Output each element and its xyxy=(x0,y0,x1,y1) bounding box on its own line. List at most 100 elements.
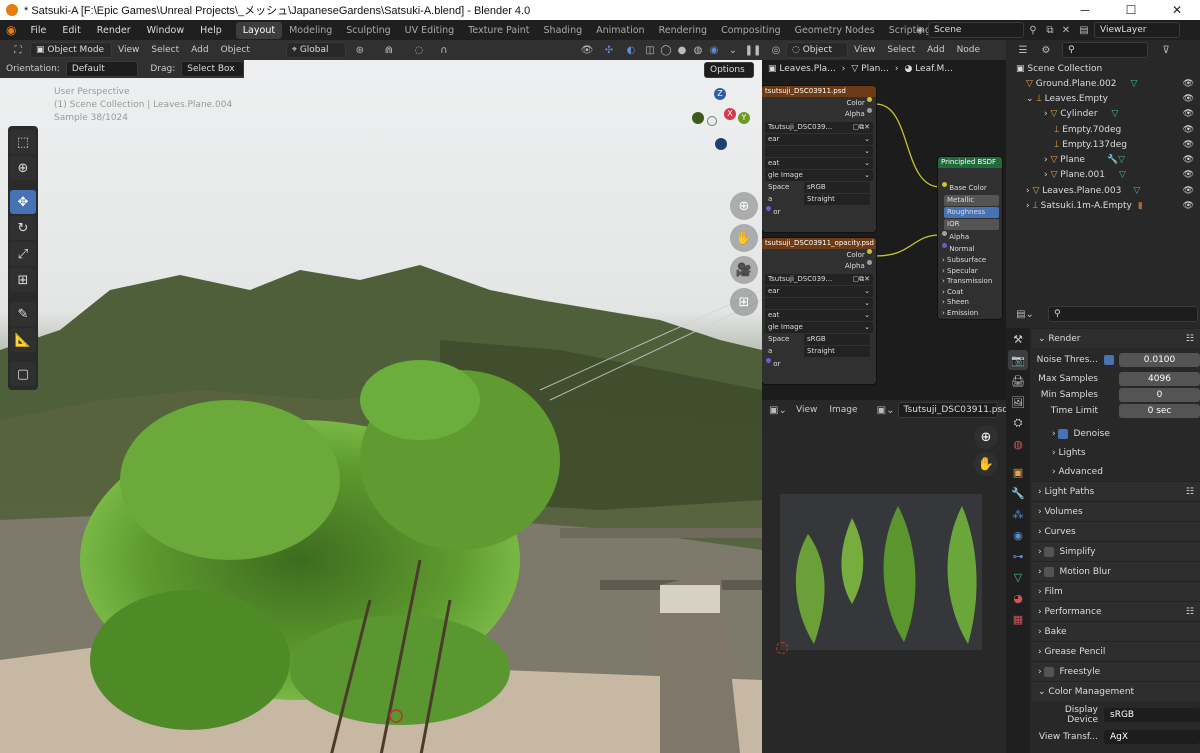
move-tool-icon[interactable]: ✥ xyxy=(10,190,36,214)
menu-select[interactable]: Select xyxy=(145,45,185,55)
panel-sheen[interactable]: › Sheen xyxy=(938,297,1002,308)
menu-window[interactable]: Window xyxy=(139,25,192,36)
rendered-shading-icon[interactable]: ◉ xyxy=(706,45,722,56)
display-mode-icon[interactable]: ⚙ xyxy=(1034,45,1058,56)
extension-dropdown[interactable]: eat xyxy=(768,158,779,169)
alpha-mode-dropdown[interactable]: Straight xyxy=(804,346,870,357)
drag-dropdown[interactable]: Select Box xyxy=(181,61,244,77)
socket-icon[interactable] xyxy=(867,260,872,265)
image-editor[interactable]: ▣⌄ View Image ▣⌄ Tsutsuji_DSC03911.psd ⊕… xyxy=(762,400,1006,753)
subpanel-advanced[interactable]: › Advanced xyxy=(1032,462,1200,481)
pin-icon[interactable]: ⚲ xyxy=(1024,25,1042,36)
render-tab-icon[interactable]: 📷 xyxy=(1008,350,1028,370)
overlay-icon[interactable]: ◐ xyxy=(620,45,642,56)
modifier-tab-icon[interactable]: 🔧 xyxy=(1008,483,1028,503)
properties-type-icon[interactable]: ▤⌄ xyxy=(1012,309,1038,320)
image-name-field[interactable]: Tsutsuji_DSC03911.psd xyxy=(897,402,1006,418)
proportional-edit-icon[interactable]: ◌ xyxy=(404,45,434,56)
zoom-icon[interactable]: ⊕ xyxy=(974,425,998,449)
section-bake[interactable]: › Bake xyxy=(1032,621,1200,641)
view-transform-dropdown[interactable]: AgX xyxy=(1104,729,1200,744)
image-actions-icon[interactable]: ▢⧉✕ xyxy=(853,274,870,285)
outliner-row[interactable]: ⟘ Empty.137deg 👁 xyxy=(1006,137,1200,152)
zoom-icon[interactable]: ⊕ xyxy=(730,192,758,220)
eye-icon[interactable]: 👁 xyxy=(1183,79,1194,89)
roughness-field[interactable]: Roughness xyxy=(944,207,999,218)
solid-shading-icon[interactable]: ● xyxy=(674,45,690,56)
measure-tool-icon[interactable]: 📐 xyxy=(10,328,36,352)
transform-orientation[interactable]: ⌖ Global xyxy=(285,42,346,58)
navigation-gizmo[interactable]: Z X Y xyxy=(690,86,756,196)
noise-threshold-checkbox[interactable] xyxy=(1104,354,1114,365)
source-dropdown[interactable]: gle Image xyxy=(768,322,803,333)
tab-sculpting[interactable]: Sculpting xyxy=(339,22,397,39)
object-tab-icon[interactable]: ▣ xyxy=(1008,462,1028,482)
x-axis-icon[interactable]: X xyxy=(724,108,736,120)
socket-icon[interactable] xyxy=(766,206,771,211)
min-samples-field[interactable]: 0 xyxy=(1119,387,1200,402)
simplify-checkbox[interactable] xyxy=(1044,546,1055,557)
visibility-icon[interactable]: 👁 xyxy=(576,45,598,56)
section-motion-blur[interactable]: › Motion Blur xyxy=(1032,561,1200,581)
blender-menu-icon[interactable]: ◉ xyxy=(0,23,22,37)
menu-edit[interactable]: Edit xyxy=(54,25,88,36)
image-name-field[interactable]: Tsutsuji_DSC039... xyxy=(768,122,832,133)
outliner-row-root[interactable]: ▣ Scene Collection xyxy=(1006,62,1200,76)
particles-tab-icon[interactable]: ⁂ xyxy=(1008,504,1028,524)
socket-icon[interactable] xyxy=(867,97,872,102)
image-menu-image[interactable]: Image xyxy=(823,405,863,415)
chevron-down-icon[interactable]: ⌄ xyxy=(1026,94,1036,104)
section-volumes[interactable]: › Volumes xyxy=(1032,501,1200,521)
scene-selector[interactable]: Scene xyxy=(928,22,1024,38)
tab-texture-paint[interactable]: Texture Paint xyxy=(461,22,536,39)
socket-icon[interactable] xyxy=(867,108,872,113)
section-curves[interactable]: › Curves xyxy=(1032,521,1200,541)
view-layer-tab-icon[interactable]: 🖼 xyxy=(1008,392,1028,412)
subpanel-lights[interactable]: › Lights xyxy=(1032,443,1200,462)
z-axis-icon[interactable]: Z xyxy=(714,88,726,100)
pause-render-icon[interactable]: ❚❚ xyxy=(744,45,762,56)
maximize-button[interactable]: ☐ xyxy=(1108,0,1154,20)
outliner-row[interactable]: › ▽ Cylinder ▽ 👁 xyxy=(1006,107,1200,122)
outliner-row[interactable]: › ▽ Plane 🔧 ▽ 👁 xyxy=(1006,152,1200,167)
filter-icon[interactable]: ⊽ xyxy=(1156,45,1176,56)
interpolation-dropdown[interactable]: ear xyxy=(768,286,779,297)
tab-compositing[interactable]: Compositing xyxy=(714,22,788,39)
socket-icon[interactable] xyxy=(942,182,947,187)
tab-layout[interactable]: Layout xyxy=(235,21,283,39)
properties-search-input[interactable]: ⚲ xyxy=(1048,306,1198,322)
section-render[interactable]: ⌄ Render ☷ xyxy=(1032,328,1200,348)
source-dropdown[interactable]: gle Image xyxy=(768,170,803,181)
rotate-tool-icon[interactable]: ↻ xyxy=(10,216,36,240)
2d-cursor-icon[interactable] xyxy=(776,642,788,654)
camera-view-icon[interactable]: 🎥 xyxy=(730,256,758,284)
eye-icon[interactable]: 👁 xyxy=(1183,155,1194,165)
shader-node-editor[interactable]: ◎ ◌ Object View Select Add Node ▣ Leaves… xyxy=(762,40,1006,400)
outliner-row[interactable]: ⟘ Empty.70deg 👁 xyxy=(1006,122,1200,137)
image-texture-node[interactable]: tsutsuji_DSC03911.psd Color Alpha Tsutsu… xyxy=(762,86,876,232)
outliner-search-input[interactable]: ⚲ xyxy=(1062,42,1148,58)
eye-icon[interactable]: 👁 xyxy=(1183,125,1194,135)
snap-icon[interactable]: ⋒ xyxy=(374,45,404,56)
new-scene-icon[interactable]: ⧉ xyxy=(1042,25,1058,36)
image-name-field[interactable]: Tsutsuji_DSC039... xyxy=(768,274,832,285)
section-color-management[interactable]: ⌄ Color Management xyxy=(1032,681,1200,701)
wireframe-shading-icon[interactable]: ◯ xyxy=(658,45,674,56)
panel-coat[interactable]: › Coat xyxy=(938,287,1002,298)
scene-tab-icon[interactable]: ⛭ xyxy=(1008,413,1028,433)
output-tab-icon[interactable]: 🖨 xyxy=(1008,371,1028,391)
view-layer-selector[interactable]: ViewLayer xyxy=(1094,22,1180,38)
pan-hand-icon[interactable]: ✋ xyxy=(730,224,758,252)
menu-object[interactable]: Object xyxy=(215,45,256,55)
denoise-checkbox[interactable] xyxy=(1058,428,1069,439)
outliner-row[interactable]: ⌄ ⟘ Leaves.Empty 👁 xyxy=(1006,91,1200,106)
physics-tab-icon[interactable]: ◉ xyxy=(1008,525,1028,545)
xray-icon[interactable]: ◫ xyxy=(642,45,658,56)
menu-view[interactable]: View xyxy=(112,45,145,55)
image-editor-type-icon[interactable]: ▣⌄ xyxy=(766,405,790,416)
data-tab-icon[interactable]: ▽ xyxy=(1008,567,1028,587)
tab-shading[interactable]: Shading xyxy=(537,22,590,39)
menu-render[interactable]: Render xyxy=(89,25,139,36)
outliner-row[interactable]: ▽ Ground.Plane.002 ▽ 👁 xyxy=(1006,76,1200,91)
material-shading-icon[interactable]: ◍ xyxy=(690,45,706,56)
